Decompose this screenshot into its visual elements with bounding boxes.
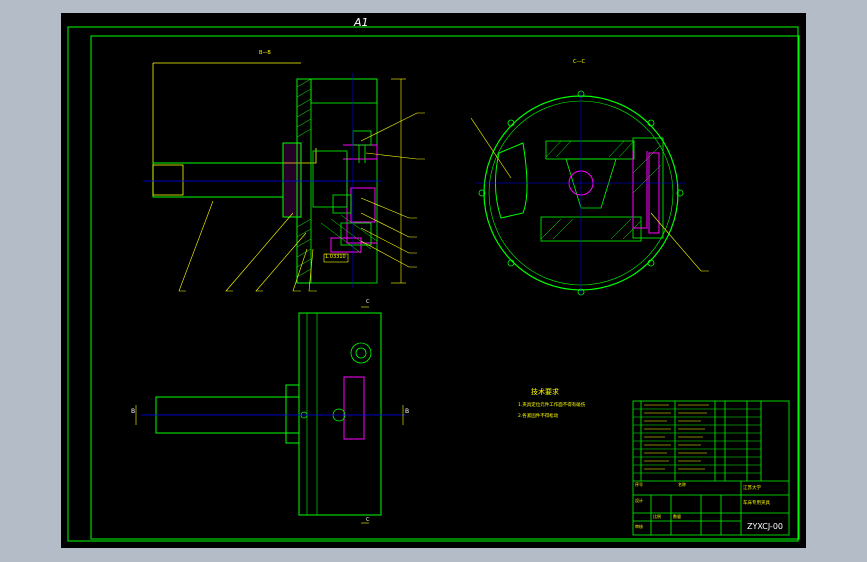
section-label-cc: C—C [573, 59, 585, 65]
cc-hatch [540, 140, 662, 240]
name-label: 名称 [678, 482, 686, 487]
cut-mark-b-left: B [131, 408, 136, 415]
cc-section-view [470, 90, 709, 296]
tech-requirements-title: 技术要求 [531, 388, 559, 396]
title-block-cell-text [644, 404, 709, 470]
seq-label: 序号 [635, 482, 643, 487]
cc-centerlines [476, 91, 686, 295]
front-magenta [343, 376, 365, 440]
shaft-tip [152, 164, 184, 196]
leader-lines [178, 112, 425, 292]
shaft [152, 162, 284, 198]
cut-mark-b-right: B [405, 408, 410, 415]
tech-requirement-2: 2.各紧固件不得松动 [518, 414, 559, 419]
cut-mark-c-bottom: C [366, 517, 370, 523]
qty-label: 数量 [673, 514, 681, 519]
top-cylinder [310, 78, 378, 104]
cc-magenta [632, 151, 660, 234]
top-bolt [352, 130, 372, 163]
cad-drawing [67, 26, 800, 542]
school-name: 江苏大学 [743, 486, 761, 491]
front-view [135, 306, 406, 524]
cut-mark-c-top: C [366, 299, 370, 305]
main-section-view [143, 62, 425, 292]
title-block-rows [633, 408, 761, 474]
hatch-lines [296, 78, 378, 278]
crescent-arc [494, 142, 528, 219]
flange [282, 142, 302, 218]
drawing-sheet: A1 B—B C—C 1.03310 B B C C 技术要求 1.夹具定位元件… [61, 13, 806, 548]
front-holes [300, 342, 372, 422]
sheet-frame [67, 26, 800, 542]
front-shaft [155, 384, 300, 444]
sheet-size-label: A1 [354, 16, 369, 29]
drawing-name: 车床专用夹具 [743, 501, 770, 506]
section-label-bb: B—B [259, 50, 271, 56]
tech-requirement-1: 1.夹具定位元件工作面不得有碰伤 [518, 403, 586, 408]
front-body [298, 312, 382, 516]
dim-box-label: 1.03310 [325, 254, 346, 260]
drawing-number: ZYXCJ-00 [747, 522, 783, 531]
inner-blocks [312, 150, 372, 246]
scale-label: 比例 [653, 514, 661, 519]
designer-label: 设计 [635, 498, 643, 503]
checker-label: 审核 [635, 524, 643, 529]
